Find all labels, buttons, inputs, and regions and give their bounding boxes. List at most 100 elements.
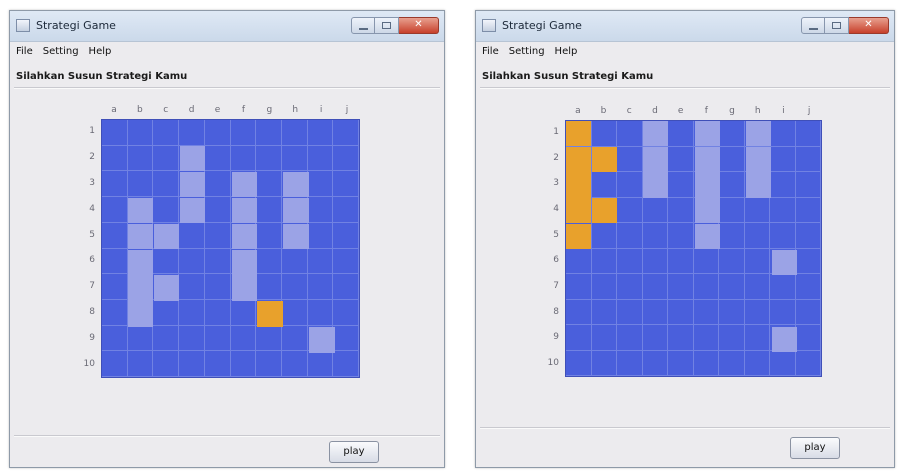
ship-cell[interactable]: [745, 172, 772, 198]
grid-cell[interactable]: [591, 325, 617, 351]
grid-cell[interactable]: [256, 197, 282, 223]
ship-cell[interactable]: [283, 197, 309, 224]
ship-cell[interactable]: [179, 171, 206, 198]
grid-cell[interactable]: [256, 351, 282, 377]
grid-cell[interactable]: [591, 299, 617, 325]
grid-cell[interactable]: [204, 299, 231, 326]
grid-cell[interactable]: [668, 299, 694, 325]
grid-cell[interactable]: [102, 145, 128, 172]
grid-cell[interactable]: [744, 197, 770, 223]
grid-cell[interactable]: [281, 120, 308, 146]
ship-cell[interactable]: [127, 301, 154, 327]
grid-cell[interactable]: [642, 325, 668, 351]
ship-cell[interactable]: [694, 223, 720, 249]
grid-cell[interactable]: [333, 299, 359, 326]
grid-cell[interactable]: [719, 172, 745, 198]
maximize-icon[interactable]: [825, 17, 849, 34]
grid-cell[interactable]: [719, 146, 745, 172]
ship-cell[interactable]: [745, 146, 772, 172]
ship-cell[interactable]: [643, 121, 669, 147]
grid-cell[interactable]: [770, 121, 796, 147]
grid-cell[interactable]: [744, 350, 770, 376]
ship-cell[interactable]: [694, 198, 720, 224]
ship-cell[interactable]: [643, 146, 669, 172]
grid-cell[interactable]: [642, 299, 668, 325]
ship-cell[interactable]: [127, 197, 154, 224]
ship-cell[interactable]: [231, 223, 257, 249]
grid-cell[interactable]: [333, 248, 359, 275]
grid-cell[interactable]: [307, 351, 334, 377]
grid-cell[interactable]: [693, 248, 719, 274]
grid-cell[interactable]: [770, 172, 796, 198]
grid-cell[interactable]: [179, 299, 205, 326]
grid-cell[interactable]: [179, 274, 205, 300]
grid-cell[interactable]: [281, 274, 308, 300]
grid-cell[interactable]: [230, 299, 257, 326]
grid-cell[interactable]: [153, 351, 180, 377]
grid-cell[interactable]: [102, 197, 128, 223]
ship-cell[interactable]: [643, 172, 669, 198]
grid-cell[interactable]: [591, 248, 617, 274]
grid-cell[interactable]: [204, 325, 231, 352]
grid-cell[interactable]: [744, 223, 770, 249]
title-bar[interactable]: Strategi Game: [476, 11, 894, 42]
grid-cell[interactable]: [617, 197, 643, 223]
grid-cell[interactable]: [281, 145, 308, 172]
selected-ship-cell[interactable]: [566, 223, 592, 249]
grid-cell[interactable]: [566, 274, 592, 300]
grid-cell[interactable]: [102, 222, 128, 249]
grid-cell[interactable]: [719, 197, 745, 223]
grid-cell[interactable]: [642, 350, 668, 376]
grid-cell[interactable]: [333, 274, 359, 300]
grid-cell[interactable]: [617, 121, 643, 147]
grid-cell[interactable]: [642, 274, 668, 300]
menu-file[interactable]: File: [482, 46, 499, 57]
ship-cell[interactable]: [231, 249, 257, 275]
grid-cell[interactable]: [204, 145, 231, 172]
grid-cell[interactable]: [795, 172, 821, 198]
grid-cell[interactable]: [668, 223, 694, 249]
ship-cell[interactable]: [127, 223, 154, 249]
grid-cell[interactable]: [127, 120, 154, 146]
grid-cell[interactable]: [256, 145, 282, 172]
grid-cell[interactable]: [566, 299, 592, 325]
grid-cell[interactable]: [127, 145, 154, 172]
grid-cell[interactable]: [333, 351, 359, 377]
grid-cell[interactable]: [795, 121, 821, 147]
grid-cell[interactable]: [668, 350, 694, 376]
grid-cell[interactable]: [617, 325, 643, 351]
grid-cell[interactable]: [281, 351, 308, 377]
ship-cell[interactable]: [179, 145, 206, 172]
grid-cell[interactable]: [693, 274, 719, 300]
grid-cell[interactable]: [333, 197, 359, 223]
ship-cell[interactable]: [694, 172, 720, 198]
grid-cell[interactable]: [153, 299, 180, 326]
grid-cell[interactable]: [719, 325, 745, 351]
minimize-icon[interactable]: [801, 17, 825, 34]
grid-cell[interactable]: [179, 120, 205, 146]
grid-cell[interactable]: [102, 171, 128, 198]
grid-cell[interactable]: [307, 171, 334, 198]
grid-cell[interactable]: [153, 248, 180, 275]
grid-cell[interactable]: [179, 222, 205, 249]
minimize-icon[interactable]: [351, 17, 375, 34]
ship-cell[interactable]: [153, 223, 180, 249]
grid-cell[interactable]: [591, 121, 617, 147]
selected-ship-cell[interactable]: [591, 198, 617, 224]
grid-cell[interactable]: [307, 145, 334, 172]
grid-cell[interactable]: [566, 350, 592, 376]
grid-cell[interactable]: [281, 248, 308, 275]
grid-cell[interactable]: [204, 120, 231, 146]
grid-cell[interactable]: [204, 222, 231, 249]
grid-cell[interactable]: [333, 325, 359, 352]
grid-cell[interactable]: [693, 299, 719, 325]
grid-cell[interactable]: [153, 120, 180, 146]
ship-cell[interactable]: [283, 223, 309, 249]
grid-cell[interactable]: [127, 171, 154, 198]
grid-cell[interactable]: [617, 146, 643, 172]
close-icon[interactable]: [399, 17, 439, 34]
grid-cell[interactable]: [230, 351, 257, 377]
play-button[interactable]: play: [790, 437, 840, 459]
grid-cell[interactable]: [668, 172, 694, 198]
grid-cell[interactable]: [770, 146, 796, 172]
